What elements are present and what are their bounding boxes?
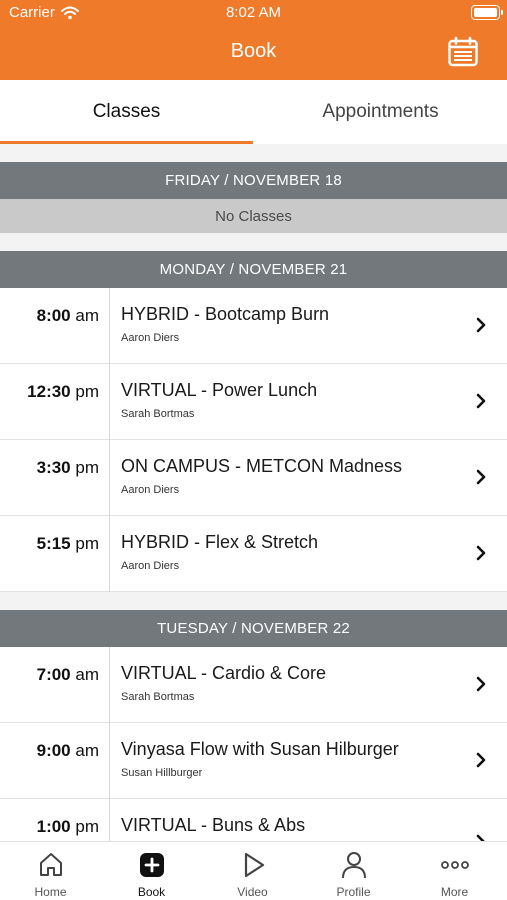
class-title: VIRTUAL - Power Lunch: [121, 380, 318, 400]
class-time: 7:00 am: [36, 665, 99, 684]
class-title: VIRTUAL - Buns & Abs: [121, 815, 306, 835]
class-instructor: Aaron Diers: [121, 484, 180, 496]
class-title: ON CAMPUS - METCON Madness: [121, 456, 403, 476]
tabbar-profile[interactable]: Profile: [303, 842, 404, 900]
class-row[interactable]: 9:00 am Vinyasa Flow with Susan Hilburge…: [0, 723, 507, 799]
battery-icon: [471, 5, 503, 20]
class-row[interactable]: 8:00 am HYBRID - Bootcamp Burn Aaron Die…: [0, 288, 507, 364]
class-title: Vinyasa Flow with Susan Hilburger: [121, 739, 399, 759]
tabbar-video[interactable]: Video: [202, 842, 303, 900]
day-header: TUESDAY / NOVEMBER 22: [0, 610, 507, 647]
add-square-icon: [139, 853, 164, 877]
bottom-tab-bar: Home Book Video Profile More: [0, 841, 507, 900]
class-time: 9:00 am: [36, 741, 99, 760]
chevron-right-icon: [476, 834, 485, 841]
class-row[interactable]: 1:00 pm VIRTUAL - Buns & Abs: [0, 799, 507, 841]
class-title: HYBRID - Flex & Stretch: [121, 532, 319, 552]
chevron-right-icon: [476, 545, 486, 561]
chevron-right-icon: [476, 317, 486, 333]
tabbar-video-label: Video: [237, 885, 268, 899]
tabbar-book-label: Book: [137, 885, 166, 899]
class-row[interactable]: 5:15 pm HYBRID - Flex & Stretch Aaron Di…: [0, 516, 507, 592]
class-time: 3:30 pm: [36, 458, 99, 477]
chevron-right-icon: [476, 752, 486, 768]
play-icon: [244, 852, 264, 878]
class-instructor: Sarah Bortmas: [121, 691, 195, 703]
class-time: 1:00 pm: [36, 817, 99, 836]
class-instructor: Susan Hillburger: [121, 767, 203, 779]
home-icon: [39, 853, 62, 876]
chevron-right-icon: [476, 676, 486, 692]
tab-classes[interactable]: Classes: [0, 80, 253, 144]
class-time: 8:00 am: [36, 306, 99, 325]
tabbar-more[interactable]: More: [404, 842, 505, 900]
tabbar-home[interactable]: Home: [0, 842, 101, 900]
status-bar: Carrier 8:02 AM: [0, 0, 507, 26]
person-icon: [341, 852, 366, 879]
chevron-right-icon: [476, 469, 486, 485]
class-row[interactable]: 7:00 am VIRTUAL - Cardio & Core Sarah Bo…: [0, 647, 507, 723]
tabbar-home-label: Home: [34, 885, 67, 899]
more-dots-icon: [440, 861, 469, 869]
class-instructor: Aaron Diers: [121, 560, 180, 572]
tabbar-profile-label: Profile: [336, 885, 371, 899]
calendar-icon[interactable]: [447, 36, 479, 68]
class-row[interactable]: 12:30 pm VIRTUAL - Power Lunch Sarah Bor…: [0, 364, 507, 440]
day-header: FRIDAY / NOVEMBER 18: [0, 162, 507, 199]
schedule-list[interactable]: FRIDAY / NOVEMBER 18 No Classes MONDAY /…: [0, 144, 507, 841]
clock: 8:02 AM: [225, 4, 282, 21]
class-time: 5:15 pm: [36, 534, 99, 553]
page-title: Book: [230, 40, 277, 62]
day-header: MONDAY / NOVEMBER 21: [0, 251, 507, 288]
tabbar-book[interactable]: Book: [101, 842, 202, 900]
tab-appointments[interactable]: Appointments: [254, 80, 507, 144]
class-time: 12:30 pm: [27, 382, 99, 401]
header-bar: Carrier 8:02 AM Book: [0, 0, 507, 80]
tabbar-more-label: More: [440, 885, 469, 899]
class-instructor: Sarah Bortmas: [121, 408, 195, 420]
class-title: VIRTUAL - Cardio & Core: [121, 663, 327, 683]
class-row[interactable]: 3:30 pm ON CAMPUS - METCON Madness Aaron…: [0, 440, 507, 516]
class-title: HYBRID - Bootcamp Burn: [121, 304, 330, 324]
no-classes-label: No Classes: [0, 199, 507, 233]
segment-tabs: Classes Appointments: [0, 80, 507, 144]
class-instructor: Aaron Diers: [121, 332, 180, 344]
chevron-right-icon: [476, 393, 486, 409]
